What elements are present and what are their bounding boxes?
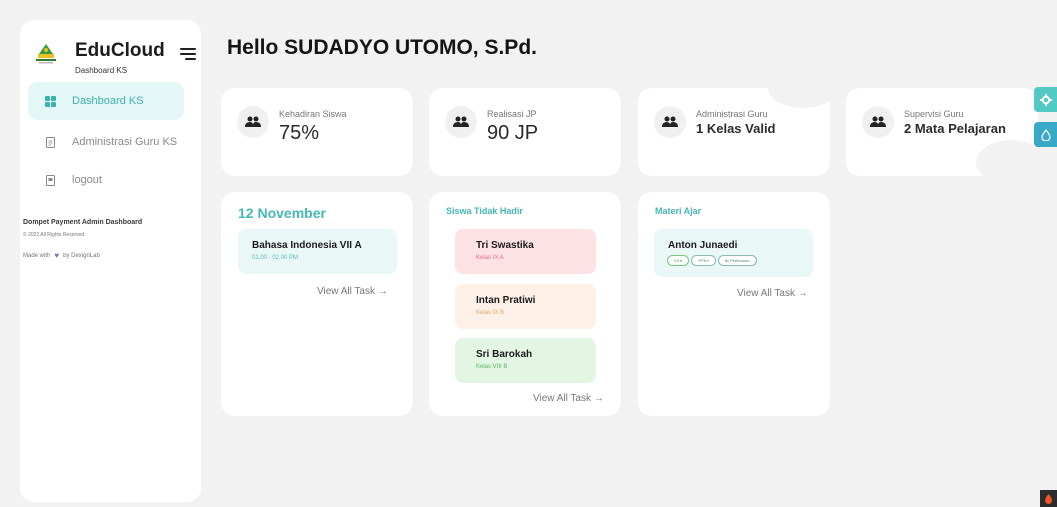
users-icon (654, 106, 686, 138)
gear-icon (1039, 93, 1052, 106)
tag-list: VII A PPKn 8x Pertemuan (667, 255, 759, 266)
sidebar-item-label: Dashboard KS (72, 95, 144, 107)
student-name: Sri Barokah (476, 349, 533, 360)
view-all-link[interactable]: View All Task → (533, 393, 604, 404)
footer-title: Dompet Payment Admin Dashboard (23, 219, 143, 226)
sidebar-item-administrasi[interactable]: Administrasi Guru KS (28, 123, 184, 161)
logout-icon (46, 174, 55, 186)
task-time: 01.00 - 02.00 PM (252, 255, 299, 261)
decorative-blob (768, 88, 830, 108)
view-all-link[interactable]: View All Task → (737, 288, 808, 299)
schedule-task[interactable]: Bahasa Indonesia VII A 01.00 - 02.00 PM (238, 229, 397, 274)
student-name: Intan Pratiwi (476, 295, 536, 306)
task-title: Bahasa Indonesia VII A (252, 240, 362, 251)
student-class: Kelas IX B (476, 310, 505, 316)
document-icon (46, 136, 55, 148)
users-icon (237, 106, 269, 138)
stat-card-administrasi: Administrasi Guru 1 Kelas Valid (638, 88, 830, 176)
sidebar-item-dashboard[interactable]: Dashboard KS (28, 82, 184, 120)
list-item[interactable]: Intan Pratiwi Kelas IX B (455, 284, 596, 329)
sidebar-item-label: Administrasi Guru KS (72, 136, 178, 148)
sidebar-item-label: logout (72, 174, 102, 186)
teacher-name: Anton Junaedi (668, 240, 738, 251)
materials-title: Materi Ajar (655, 206, 702, 216)
sidebar-item-logout[interactable]: logout (28, 161, 184, 199)
list-item[interactable]: Tri Swastika Kelas IX A (455, 229, 596, 274)
tag-badge: 8x Pertemuan (717, 255, 757, 266)
stat-value: 90 JP (487, 122, 539, 144)
heart-icon: ♥ (54, 251, 60, 260)
sidebar: EduCloud Dashboard KS Dashboard KS Admin… (20, 20, 201, 502)
stat-label: Realisasi JP (487, 109, 537, 119)
material-item[interactable]: Anton Junaedi VII A PPKn 8x Pertemuan (654, 229, 813, 277)
stat-value: 75% (279, 122, 320, 144)
footer-made-prefix: Made with (23, 252, 51, 259)
student-class: Kelas IX A (476, 255, 504, 261)
student-class: Kelas VIII B (476, 364, 508, 370)
settings-button[interactable] (1034, 87, 1057, 112)
footer-copyright: © 2022 All Rights Reserved (23, 232, 85, 238)
stat-value: 2 Mata Pelajaran (904, 121, 1006, 136)
stat-card-realisasi: Realisasi JP 90 JP (429, 88, 621, 176)
flame-icon (1045, 493, 1052, 504)
stat-card-kehadiran: Kehadiran Siswa 75% (221, 88, 413, 176)
stat-value: 1 Kelas Valid (696, 121, 776, 136)
absent-panel: Siswa Tidak Hadir Tri Swastika Kelas IX … (429, 192, 621, 416)
tag-badge: VII A (667, 255, 690, 266)
tag-badge: PPKn (691, 255, 716, 266)
page-title: Hello SUDADYO UTOMO, S.Pd. (227, 36, 537, 59)
schedule-date: 12 November (238, 205, 326, 221)
stat-label: Administrasi Guru (696, 109, 768, 119)
grid-icon (45, 95, 56, 107)
decorative-blob (976, 140, 1038, 176)
stat-label: Supervisi Guru (904, 109, 964, 119)
footer-made-with: Made with ♥ by DexignLab (23, 251, 100, 260)
theme-button[interactable] (1034, 122, 1057, 147)
corner-badge[interactable] (1040, 490, 1057, 507)
brand-name: EduCloud (75, 40, 165, 61)
brand-subtitle: Dashboard KS (75, 66, 128, 75)
school-logo (36, 44, 56, 64)
stat-card-supervisi: Supervisi Guru 2 Mata Pelajaran (846, 88, 1038, 176)
list-item[interactable]: Sri Barokah Kelas VIII B (455, 338, 596, 383)
footer-made-suffix: by DexignLab (63, 252, 100, 259)
materials-panel: Materi Ajar Anton Junaedi VII A PPKn 8x … (638, 192, 830, 416)
schedule-panel: 12 November Bahasa Indonesia VII A 01.00… (221, 192, 413, 416)
users-icon (862, 106, 894, 138)
drop-icon (1040, 128, 1051, 141)
view-all-link[interactable]: View All Task → (317, 286, 388, 297)
menu-toggle-icon[interactable] (180, 48, 196, 62)
users-icon (445, 106, 477, 138)
student-name: Tri Swastika (476, 240, 534, 251)
stat-label: Kehadiran Siswa (279, 109, 347, 119)
absent-title: Siswa Tidak Hadir (446, 206, 523, 216)
